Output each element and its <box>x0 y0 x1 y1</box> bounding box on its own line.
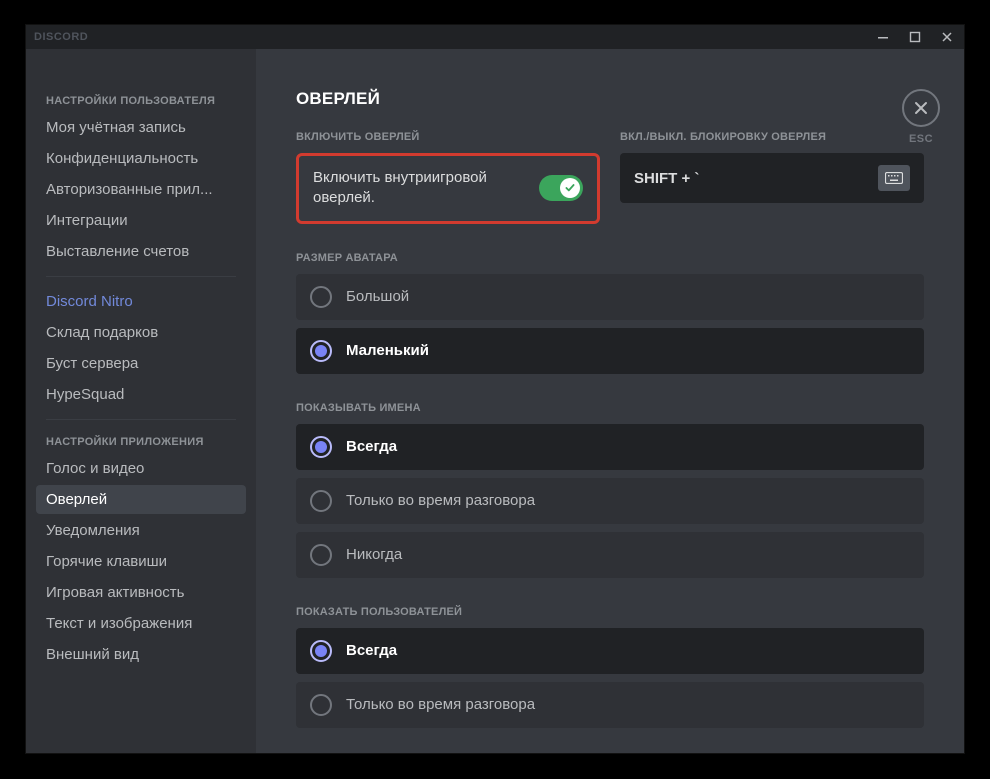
sidebar-item-hypesquad[interactable]: HypeSquad <box>36 380 246 409</box>
sidebar-item-gift-inventory[interactable]: Склад подарков <box>36 318 246 347</box>
enable-overlay-label: ВКЛЮЧИТЬ ОВЕРЛЕЙ <box>296 131 600 143</box>
radio-label: Никогда <box>346 546 402 563</box>
body: НАСТРОЙКИ ПОЛЬЗОВАТЕЛЯ Моя учётная запис… <box>26 49 964 753</box>
show-users-label: ПОКАЗАТЬ ПОЛЬЗОВАТЕЛЕЙ <box>296 606 924 618</box>
sidebar-divider <box>46 419 236 420</box>
sidebar-item-nitro[interactable]: Discord Nitro <box>36 287 246 316</box>
sidebar-item-server-boost[interactable]: Буст сервера <box>36 349 246 378</box>
sidebar-item-authorized-apps[interactable]: Авторизованные прил... <box>36 175 246 204</box>
show-names-option-talking[interactable]: Только во время разговора <box>296 478 924 524</box>
settings-sidebar: НАСТРОЙКИ ПОЛЬЗОВАТЕЛЯ Моя учётная запис… <box>26 49 256 753</box>
radio-label: Маленький <box>346 342 429 359</box>
sidebar-item-overlay[interactable]: Оверлей <box>36 485 246 514</box>
sidebar-item-keybinds[interactable]: Горячие клавиши <box>36 547 246 576</box>
show-users-section: ПОКАЗАТЬ ПОЛЬЗОВАТЕЛЕЙ Всегда Только во … <box>296 606 924 728</box>
titlebar: DISCORD <box>26 25 964 49</box>
page-title: ОВЕРЛЕЙ <box>296 89 924 109</box>
sidebar-item-text-images[interactable]: Текст и изображения <box>36 609 246 638</box>
radio-icon <box>310 640 332 662</box>
sidebar-header-user: НАСТРОЙКИ ПОЛЬЗОВАТЕЛЯ <box>36 89 246 113</box>
avatar-size-label: РАЗМЕР АВАТАРА <box>296 252 924 264</box>
switch-knob <box>560 178 580 198</box>
check-icon <box>564 182 576 194</box>
radio-icon <box>310 286 332 308</box>
enable-overlay-toggle-card[interactable]: Включить внутриигровой оверлей. <box>296 153 600 224</box>
enable-overlay-col: ВКЛЮЧИТЬ ОВЕРЛЕЙ Включить внутриигровой … <box>296 131 600 224</box>
sidebar-item-appearance[interactable]: Внешний вид <box>36 640 246 669</box>
sidebar-item-account[interactable]: Моя учётная запись <box>36 113 246 142</box>
radio-label: Всегда <box>346 642 397 659</box>
show-names-option-always[interactable]: Всегда <box>296 424 924 470</box>
avatar-size-section: РАЗМЕР АВАТАРА Большой Маленький <box>296 252 924 374</box>
esc-label: ESC <box>902 133 940 145</box>
enable-overlay-switch[interactable] <box>539 175 583 201</box>
radio-icon <box>310 490 332 512</box>
close-settings-button[interactable] <box>902 89 940 127</box>
show-names-option-never[interactable]: Никогда <box>296 532 924 578</box>
minimize-button[interactable] <box>874 28 892 46</box>
avatar-size-option-small[interactable]: Маленький <box>296 328 924 374</box>
keybind-value: SHIFT + ` <box>634 170 699 187</box>
show-users-option-always[interactable]: Всегда <box>296 628 924 674</box>
radio-label: Большой <box>346 288 409 305</box>
sidebar-header-app: НАСТРОЙКИ ПРИЛОЖЕНИЯ <box>36 430 246 454</box>
overlay-lock-label: ВКЛ./ВЫКЛ. БЛОКИРОВКУ ОВЕРЛЕЯ <box>620 131 924 143</box>
avatar-size-option-large[interactable]: Большой <box>296 274 924 320</box>
radio-label: Всегда <box>346 438 397 455</box>
overlay-top-row: ВКЛЮЧИТЬ ОВЕРЛЕЙ Включить внутриигровой … <box>296 131 924 224</box>
enable-overlay-text: Включить внутриигровой оверлей. <box>313 168 525 209</box>
overlay-lock-col: ВКЛ./ВЫКЛ. БЛОКИРОВКУ ОВЕРЛЕЯ SHIFT + ` <box>620 131 924 224</box>
show-names-label: ПОКАЗЫВАТЬ ИМЕНА <box>296 402 924 414</box>
sidebar-item-voice-video[interactable]: Голос и видео <box>36 454 246 483</box>
radio-icon <box>310 340 332 362</box>
sidebar-divider <box>46 276 236 277</box>
radio-label: Только во время разговора <box>346 696 535 713</box>
sidebar-item-notifications[interactable]: Уведомления <box>36 516 246 545</box>
esc-region: ESC <box>902 89 940 145</box>
radio-label: Только во время разговора <box>346 492 535 509</box>
radio-icon <box>310 436 332 458</box>
app-window: DISCORD НАСТРОЙКИ ПОЛЬЗОВАТЕЛЯ Моя учётн… <box>25 24 965 754</box>
sidebar-item-integrations[interactable]: Интеграции <box>36 206 246 235</box>
close-window-button[interactable] <box>938 28 956 46</box>
sidebar-item-billing[interactable]: Выставление счетов <box>36 237 246 266</box>
sidebar-item-game-activity[interactable]: Игровая активность <box>36 578 246 607</box>
keyboard-icon-button[interactable] <box>878 165 910 191</box>
brand-logo: DISCORD <box>34 31 88 43</box>
show-users-option-talking[interactable]: Только во время разговора <box>296 682 924 728</box>
show-names-section: ПОКАЗЫВАТЬ ИМЕНА Всегда Только во время … <box>296 402 924 578</box>
overlay-lock-keybind[interactable]: SHIFT + ` <box>620 153 924 203</box>
settings-content: ESC ОВЕРЛЕЙ ВКЛЮЧИТЬ ОВЕРЛЕЙ Включить вн… <box>256 49 964 753</box>
radio-icon <box>310 694 332 716</box>
maximize-button[interactable] <box>906 28 924 46</box>
keyboard-icon <box>885 172 903 184</box>
sidebar-item-privacy[interactable]: Конфиденциальность <box>36 144 246 173</box>
radio-icon <box>310 544 332 566</box>
window-controls <box>874 28 956 46</box>
